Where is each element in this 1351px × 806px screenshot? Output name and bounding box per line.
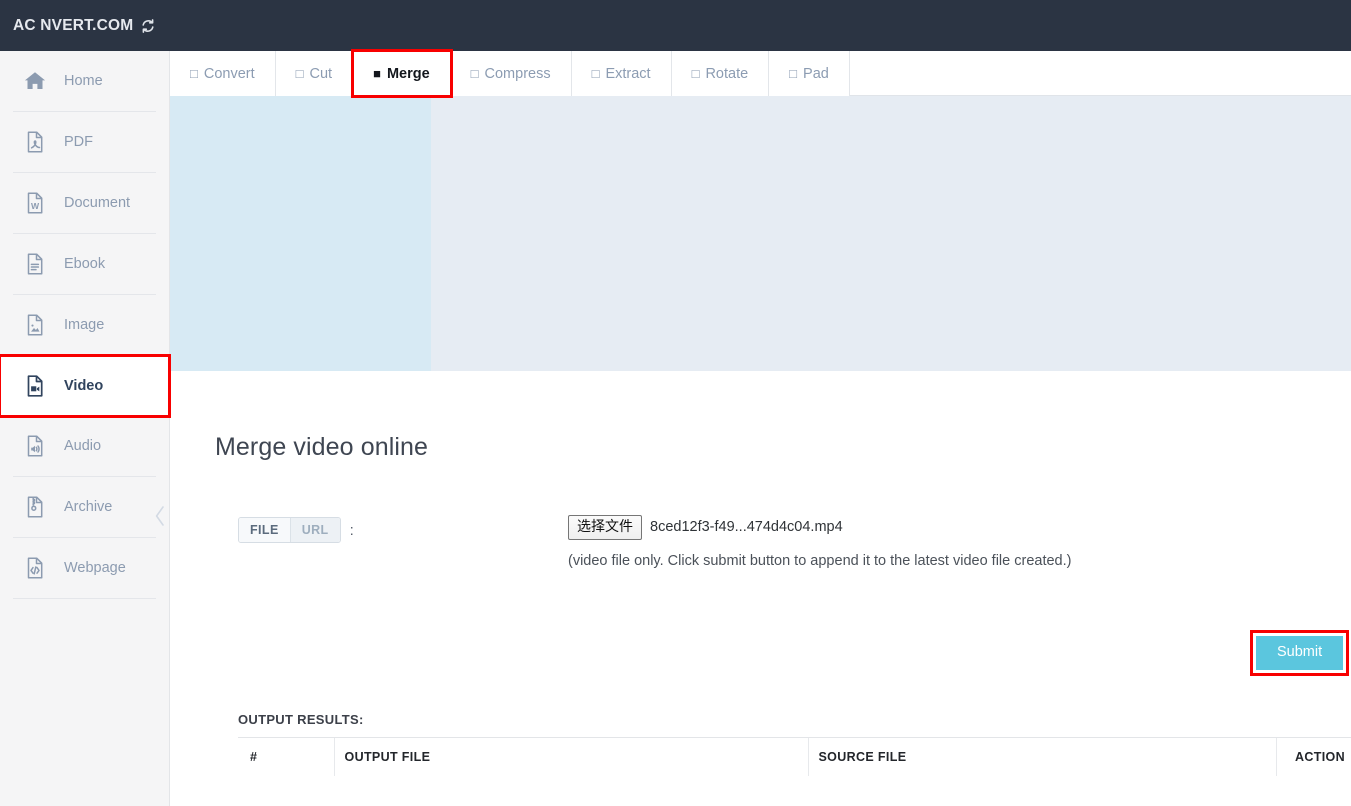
tab-convert[interactable]: □ Convert bbox=[170, 51, 276, 96]
tab-rotate[interactable]: □ Rotate bbox=[672, 51, 770, 96]
source-type-toggle-row: FILE URL : bbox=[238, 517, 354, 543]
ebook-file-icon bbox=[22, 251, 48, 277]
sidebar-item-video[interactable]: Video bbox=[0, 356, 169, 416]
sidebar-item-label: Ebook bbox=[64, 257, 105, 272]
sidebar-collapse-chevron-left-icon[interactable] bbox=[153, 503, 167, 529]
column-header-index: # bbox=[238, 738, 334, 777]
tab-label: Merge bbox=[387, 66, 430, 82]
column-header-output-file: OUTPUT FILE bbox=[334, 738, 808, 777]
checkbox-empty-icon: □ bbox=[471, 67, 479, 80]
hero-panel-right bbox=[431, 96, 1351, 371]
sidebar-item-webpage[interactable]: Webpage bbox=[0, 538, 169, 598]
sidebar-item-document[interactable]: W Document bbox=[0, 173, 169, 233]
code-file-icon bbox=[22, 555, 48, 581]
main-content: Merge video online FILE URL : 选择文件 8ced1… bbox=[170, 371, 1351, 806]
sidebar-item-label: Archive bbox=[64, 500, 112, 515]
choose-file-button[interactable]: 选择文件 bbox=[568, 515, 642, 540]
tab-label: Convert bbox=[204, 66, 255, 82]
sidebar-item-ebook[interactable]: Ebook bbox=[0, 234, 169, 294]
tab-merge[interactable]: ■ Merge bbox=[353, 51, 451, 96]
tab-label: Pad bbox=[803, 66, 829, 82]
sidebar-divider bbox=[13, 598, 156, 599]
checkbox-empty-icon: □ bbox=[789, 67, 797, 80]
tab-compress[interactable]: □ Compress bbox=[451, 51, 572, 96]
refresh-cycle-icon bbox=[140, 18, 156, 34]
selected-file-name: 8ced12f3-f49...474d4c04.mp4 bbox=[650, 519, 843, 535]
toggle-colon-separator: : bbox=[350, 522, 354, 539]
source-type-file-button[interactable]: FILE bbox=[239, 518, 290, 542]
sidebar-nav: Home PDF W Document bbox=[0, 51, 170, 806]
column-header-source-file: SOURCE FILE bbox=[808, 738, 1276, 777]
tab-label: Cut bbox=[310, 66, 333, 82]
source-type-url-button[interactable]: URL bbox=[290, 518, 340, 542]
brand-logo[interactable]: AC NVERT.COM bbox=[13, 17, 156, 35]
output-results-label: OUTPUT RESULTS: bbox=[238, 712, 364, 727]
checkbox-empty-icon: □ bbox=[692, 67, 700, 80]
checkbox-empty-icon: □ bbox=[592, 67, 600, 80]
tab-label: Compress bbox=[485, 66, 551, 82]
audio-file-icon bbox=[22, 433, 48, 459]
checkbox-empty-icon: □ bbox=[296, 67, 304, 80]
sidebar-item-label: Document bbox=[64, 196, 130, 211]
sidebar-item-label: Image bbox=[64, 318, 104, 333]
home-icon bbox=[22, 68, 48, 94]
sidebar-item-label: Home bbox=[64, 74, 103, 89]
source-type-toggle: FILE URL bbox=[238, 517, 341, 543]
video-tools-tabs: □ Convert □ Cut ■ Merge □ Compress □ Ext… bbox=[170, 51, 1351, 96]
svg-text:W: W bbox=[31, 201, 40, 211]
sidebar-item-image[interactable]: Image bbox=[0, 295, 169, 355]
pdf-file-icon bbox=[22, 129, 48, 155]
tab-label: Rotate bbox=[705, 66, 748, 82]
output-results-table: # OUTPUT FILE SOURCE FILE ACTION bbox=[238, 737, 1351, 776]
page-title: Merge video online bbox=[215, 433, 428, 462]
submit-button[interactable]: Submit bbox=[1256, 636, 1343, 670]
archive-file-icon bbox=[22, 494, 48, 520]
top-header-bar: AC NVERT.COM bbox=[0, 0, 1351, 51]
sidebar-item-archive[interactable]: Archive bbox=[0, 477, 169, 537]
sidebar-item-label: Video bbox=[64, 379, 103, 394]
tab-cut[interactable]: □ Cut bbox=[276, 51, 353, 96]
file-upload-field[interactable]: 选择文件 8ced12f3-f49...474d4c04.mp4 bbox=[568, 515, 843, 540]
video-file-icon bbox=[22, 373, 48, 399]
image-file-icon bbox=[22, 312, 48, 338]
checkbox-checked-icon: ■ bbox=[373, 67, 381, 80]
tab-pad[interactable]: □ Pad bbox=[769, 51, 850, 96]
hero-banner bbox=[170, 96, 1351, 371]
file-hint-text: (video file only. Click submit button to… bbox=[568, 553, 1071, 569]
column-header-action: ACTION bbox=[1276, 738, 1351, 777]
table-header-row: # OUTPUT FILE SOURCE FILE ACTION bbox=[238, 738, 1351, 777]
brand-text: AC NVERT.COM bbox=[13, 17, 133, 35]
checkbox-empty-icon: □ bbox=[190, 67, 198, 80]
submit-button-highlight: Submit bbox=[1253, 633, 1346, 673]
sidebar-item-audio[interactable]: Audio bbox=[0, 416, 169, 476]
sidebar-item-home[interactable]: Home bbox=[0, 51, 169, 111]
sidebar-item-pdf[interactable]: PDF bbox=[0, 112, 169, 172]
sidebar-item-label: Webpage bbox=[64, 561, 126, 576]
sidebar-item-label: Audio bbox=[64, 439, 101, 454]
tab-extract[interactable]: □ Extract bbox=[572, 51, 672, 96]
tab-label: Extract bbox=[605, 66, 650, 82]
tabstrip-filler bbox=[850, 51, 1351, 95]
hero-panel-left bbox=[170, 96, 431, 371]
sidebar-item-label: PDF bbox=[64, 135, 93, 150]
word-document-icon: W bbox=[22, 190, 48, 216]
